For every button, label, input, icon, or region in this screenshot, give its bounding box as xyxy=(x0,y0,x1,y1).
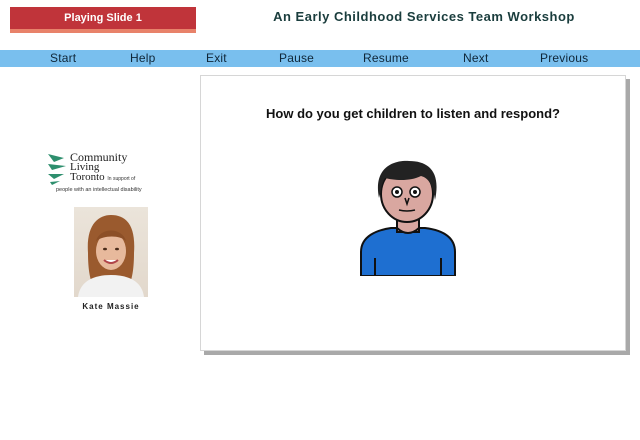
slide-panel: How do you get children to listen and re… xyxy=(200,75,626,351)
child-figure-icon xyxy=(360,160,456,276)
slide-status-text: Playing Slide 1 xyxy=(64,12,142,24)
presenter-portrait-icon xyxy=(78,215,144,297)
workshop-title: An Early Childhood Services Team Worksho… xyxy=(273,9,575,24)
exit-button[interactable]: Exit xyxy=(206,50,227,67)
presenter-name: Kate Massie xyxy=(82,302,140,311)
start-button[interactable]: Start xyxy=(50,50,76,67)
pause-button[interactable]: Pause xyxy=(279,50,314,67)
community-living-toronto-logo: Community Living Toronto In support of p… xyxy=(46,151,158,196)
navigation-bar: Start Help Exit Pause Resume Next Previo… xyxy=(0,50,640,67)
logo-in-support-of: In support of xyxy=(107,176,136,182)
logo-tagline: people with an intellectual disability xyxy=(56,187,142,193)
previous-button[interactable]: Previous xyxy=(540,50,588,67)
next-button[interactable]: Next xyxy=(463,50,488,67)
resume-button[interactable]: Resume xyxy=(363,50,409,67)
logo-text: Community Living Toronto In support of xyxy=(70,151,135,184)
slide-question: How do you get children to listen and re… xyxy=(266,106,560,121)
logo-line-toronto: Toronto In support of xyxy=(70,172,135,184)
presenter-photo xyxy=(74,207,148,297)
help-button[interactable]: Help xyxy=(130,50,155,67)
logo-word-toronto: Toronto xyxy=(70,171,105,183)
logo-leaf-icon xyxy=(48,154,66,185)
slide-status-bar: Playing Slide 1 xyxy=(10,7,196,33)
